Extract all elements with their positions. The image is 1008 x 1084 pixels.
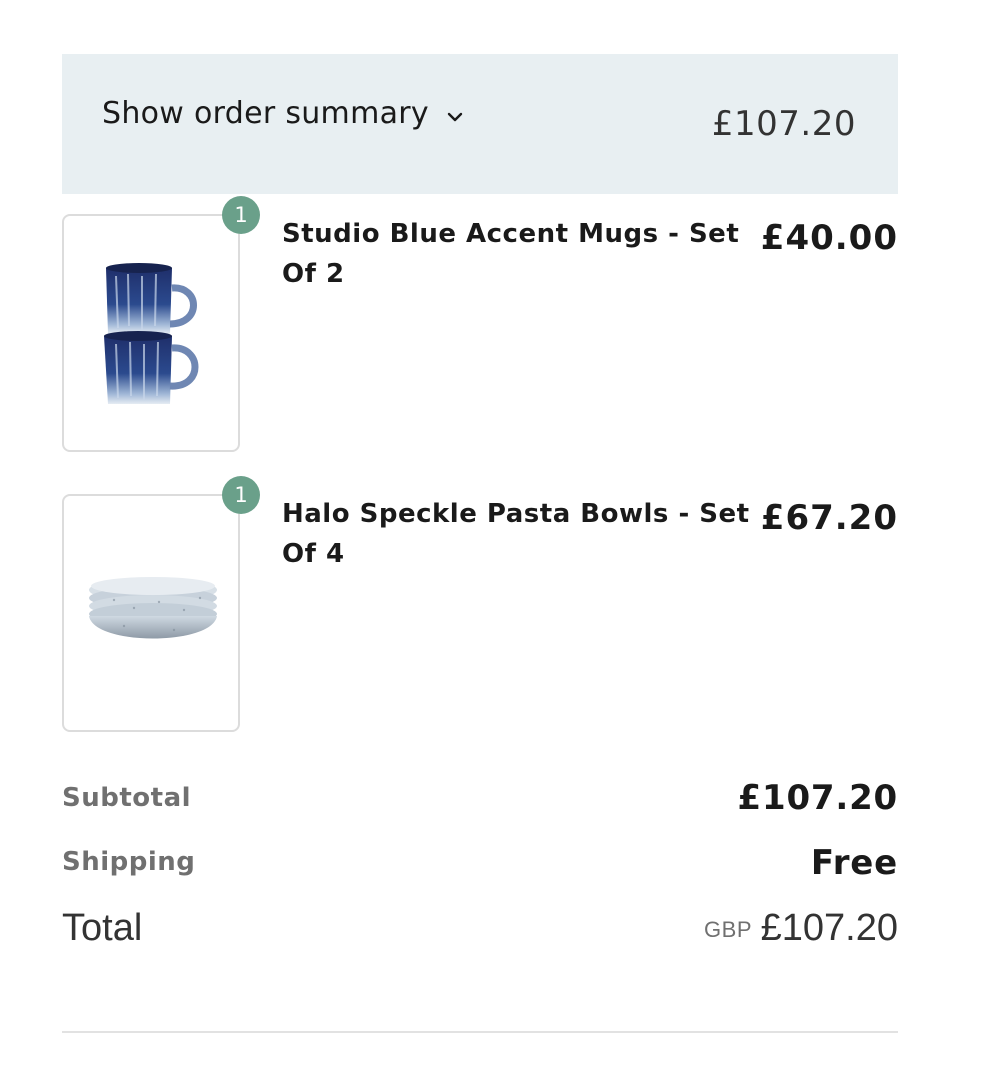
product-thumbnail xyxy=(62,494,240,732)
product-thumbnail xyxy=(62,214,240,452)
totals-section: Subtotal £107.20 Shipping Free Total GBP… xyxy=(62,778,898,960)
quantity-badge: 1 xyxy=(222,196,260,234)
item-name: Studio Blue Accent Mugs - Set Of 2 xyxy=(282,219,740,289)
order-summary-toggle-bar[interactable]: Show order summary £107.20 xyxy=(62,54,898,194)
item-price: £40.00 xyxy=(760,218,898,258)
currency-code: GBP xyxy=(704,917,752,942)
divider xyxy=(62,1031,898,1033)
total-label: Total xyxy=(62,907,143,949)
total-value: £107.20 xyxy=(760,907,898,949)
blue-mugs-image xyxy=(104,263,199,404)
subtotal-value: £107.20 xyxy=(737,778,898,818)
shipping-label: Shipping xyxy=(62,847,196,877)
show-order-summary-label: Show order summary xyxy=(102,96,429,131)
line-item: 1 Studio Blue Accent Mugs - Set Of 2 £40… xyxy=(62,196,898,454)
summary-total-price: £107.20 xyxy=(711,104,856,144)
item-name: Halo Speckle Pasta Bowls - Set Of 4 xyxy=(282,499,750,569)
line-item: 1 Halo Speckle Pasta Bowls - Set Of 4 £6… xyxy=(62,476,898,734)
item-price: £67.20 xyxy=(760,498,898,538)
subtotal-label: Subtotal xyxy=(62,783,192,813)
quantity-badge: 1 xyxy=(222,476,260,514)
shipping-value: Free xyxy=(810,843,898,883)
chevron-down-icon xyxy=(443,102,467,126)
show-order-summary-button[interactable]: Show order summary xyxy=(102,96,467,131)
pasta-bowls-image xyxy=(89,577,217,639)
